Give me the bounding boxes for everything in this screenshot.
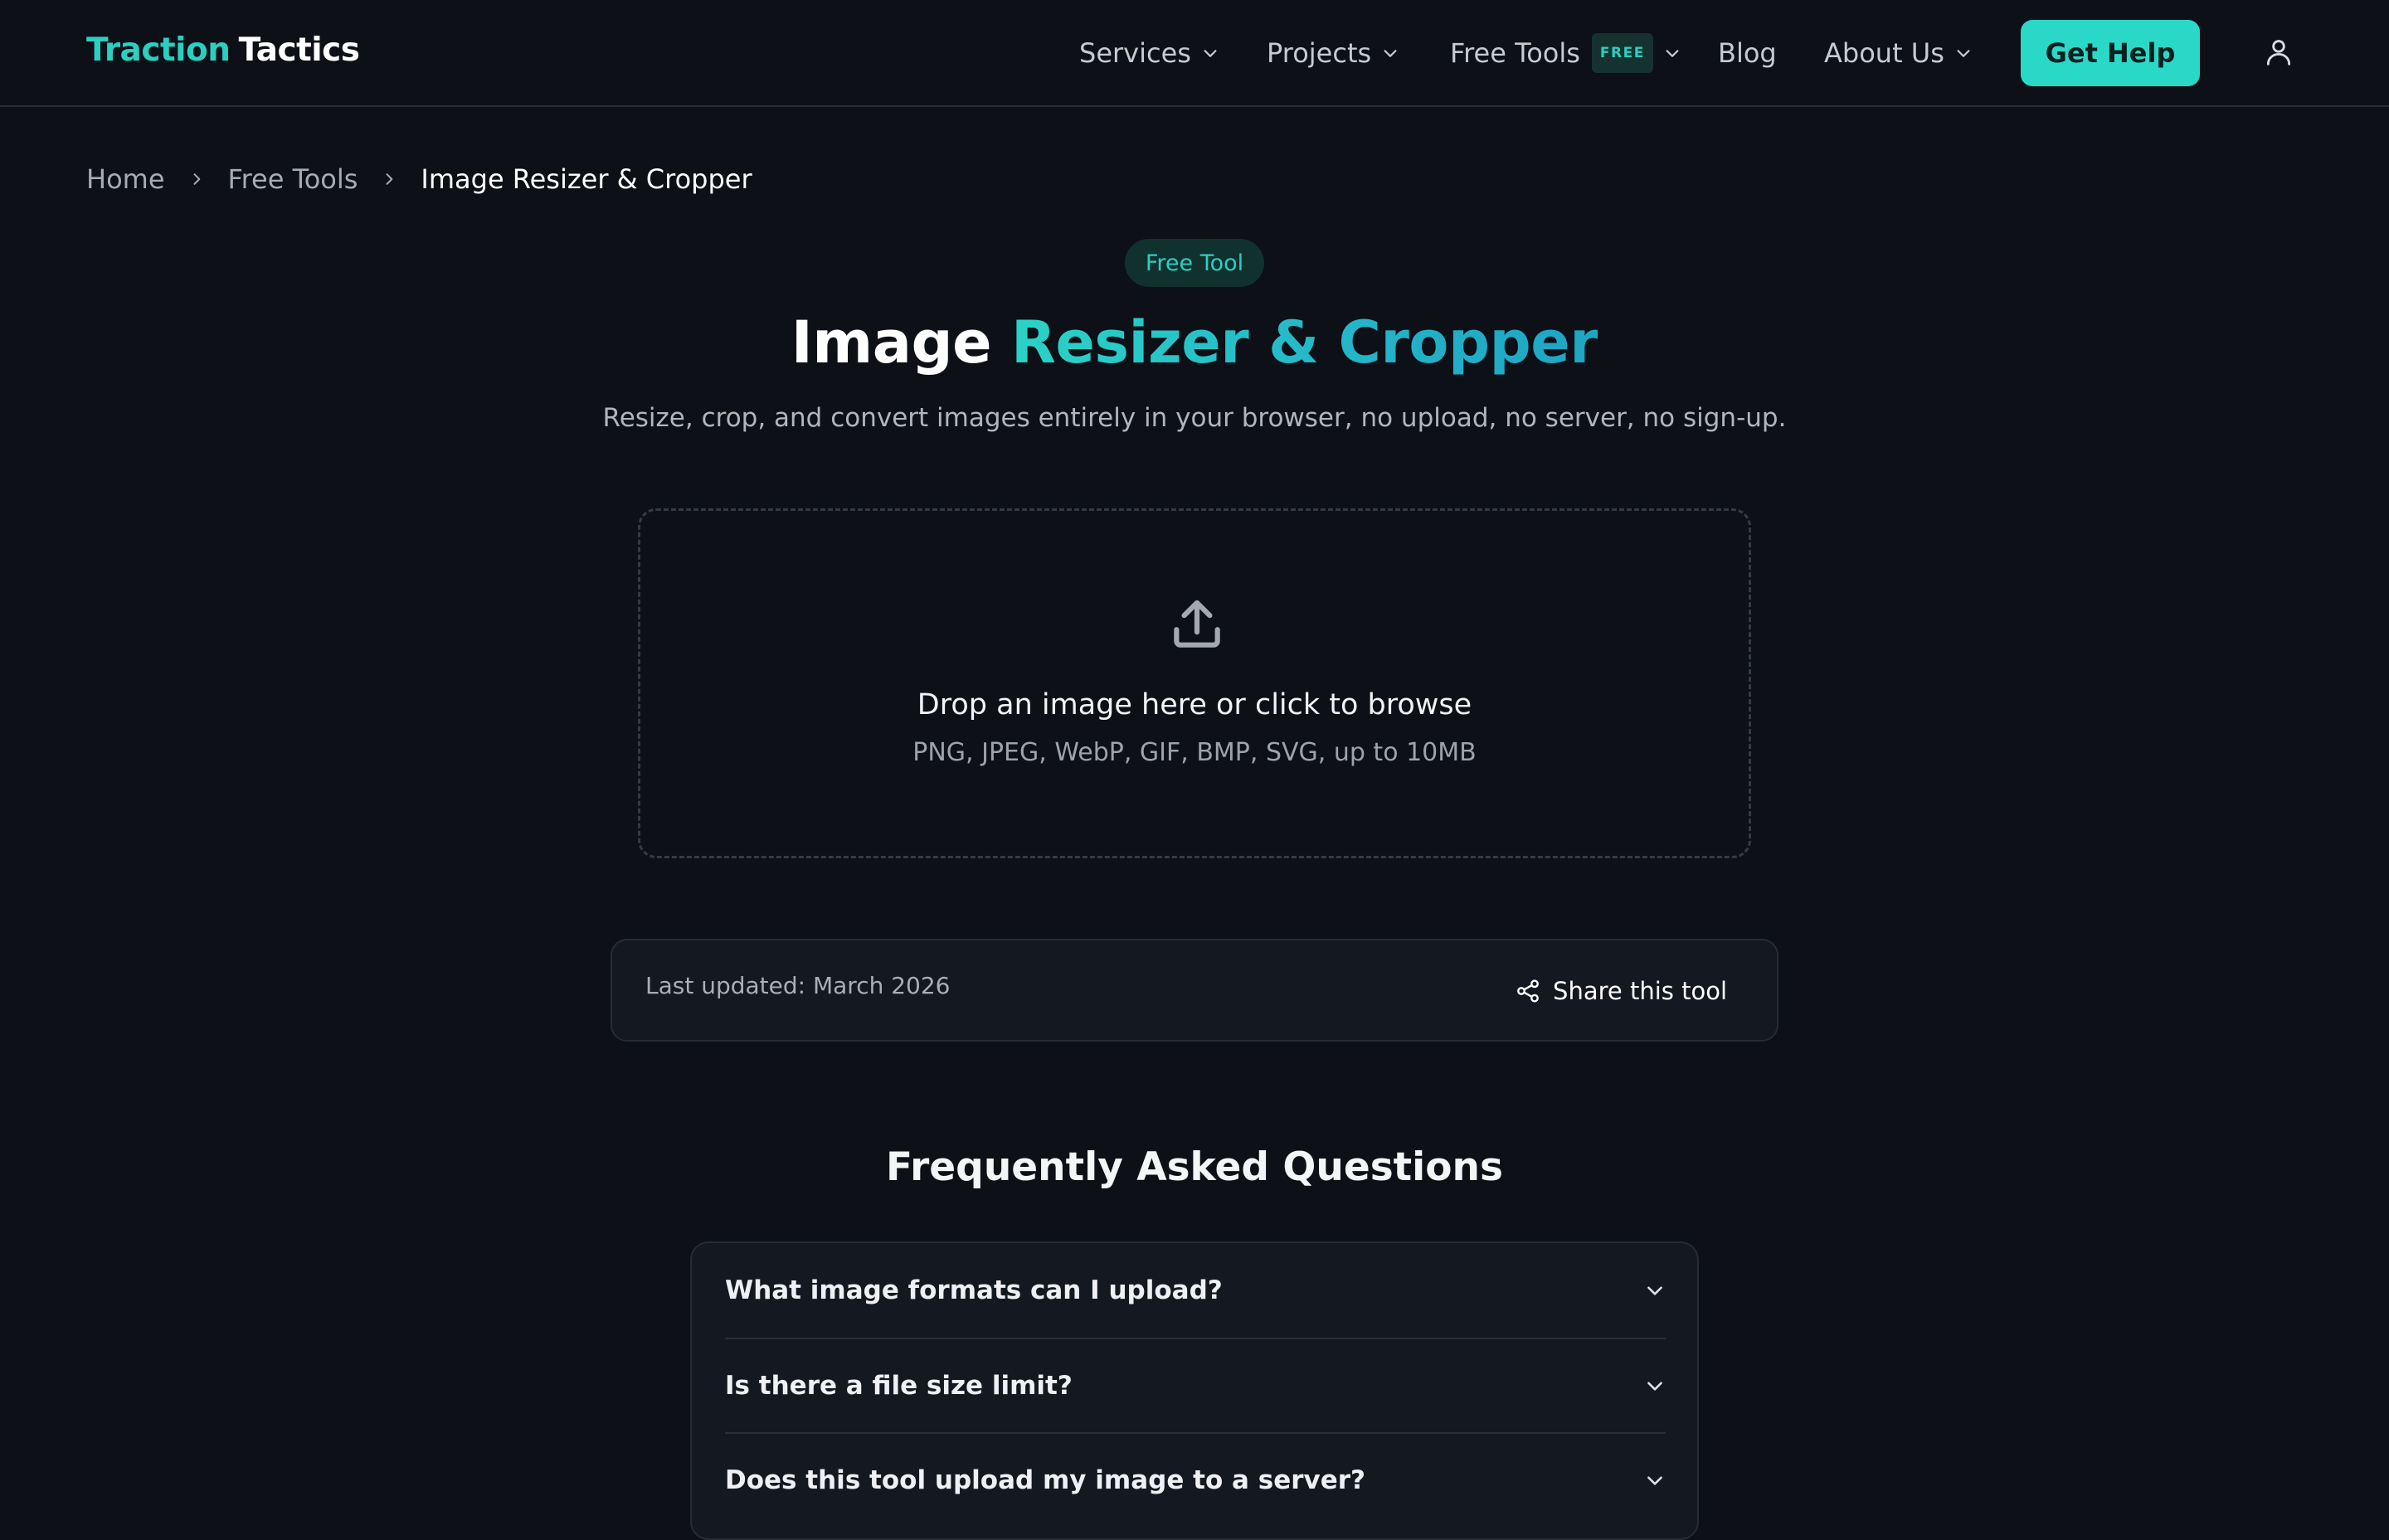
chevron-down-icon xyxy=(1204,50,1217,57)
faq-question: Does this tool upload my image to a serv… xyxy=(725,1465,1366,1495)
faq-item[interactable]: Is there a file size limit? xyxy=(725,1338,1666,1432)
chevron-down-icon xyxy=(1647,1476,1662,1485)
page-subtitle: Resize, crop, and convert images entirel… xyxy=(602,403,1787,433)
chevron-down-icon xyxy=(1666,50,1679,57)
nav-item-free-tools[interactable]: Free Tools FREE xyxy=(1450,33,1681,73)
nav-item-label: Free Tools xyxy=(1450,37,1580,69)
chevron-down-icon xyxy=(1957,50,1970,57)
chevron-down-icon xyxy=(1384,50,1397,57)
nav-item-label: About Us xyxy=(1824,37,1944,69)
dropzone-formats: PNG, JPEG, WebP, GIF, BMP, SVG, up to 10… xyxy=(912,738,1477,767)
upload-icon xyxy=(1174,600,1220,648)
dropzone-title: Drop an image here or click to browse xyxy=(917,688,1472,721)
share-tool-button[interactable]: Share this tool xyxy=(1515,970,1727,1012)
page-title-accent: Resizer & Cropper xyxy=(1010,308,1598,376)
page-title: Image Resizer & Cropper xyxy=(0,308,2389,376)
nav-item-about-us[interactable]: About Us xyxy=(1824,33,1973,73)
breadcrumb-free-tools-link[interactable]: Free Tools xyxy=(228,163,358,195)
site-header: Traction Tactics Services Projects Free T… xyxy=(0,0,2389,107)
get-help-button[interactable]: Get Help xyxy=(2021,20,2200,86)
faq-accordion: What image formats can I upload? Is ther… xyxy=(690,1241,1699,1540)
breadcrumb-current: Image Resizer & Cropper xyxy=(421,163,752,195)
chevron-right-icon xyxy=(386,173,393,185)
chevron-right-icon xyxy=(193,173,200,185)
nav-item-services[interactable]: Services xyxy=(1079,33,1219,73)
chevron-down-icon xyxy=(1647,1286,1662,1295)
page-title-plain: Image xyxy=(791,308,992,376)
share-label: Share this tool xyxy=(1553,977,1727,1005)
chevron-down-icon xyxy=(1647,1382,1662,1391)
faq-question: Is there a file size limit? xyxy=(725,1371,1073,1401)
faq-item[interactable]: What image formats can I upload? xyxy=(725,1243,1666,1338)
nav-item-projects[interactable]: Projects xyxy=(1267,33,1399,73)
free-tool-pill: Free Tool xyxy=(1125,239,1264,287)
breadcrumb-home-link[interactable]: Home xyxy=(86,163,165,195)
faq-title: Frequently Asked Questions xyxy=(886,1144,1503,1190)
tool-meta-bar: Last updated: March 2026 Share this tool xyxy=(611,939,1778,1042)
nav-item-label: Projects xyxy=(1267,37,1372,69)
faq-question: What image formats can I upload? xyxy=(725,1275,1223,1305)
image-dropzone[interactable]: Drop an image here or click to browse PN… xyxy=(638,508,1751,858)
nav-item-blog[interactable]: Blog xyxy=(1718,33,1777,73)
last-updated-text: Last updated: March 2026 xyxy=(645,972,951,999)
free-badge: FREE xyxy=(1591,33,1653,73)
nav-item-label: Services xyxy=(1079,37,1191,69)
user-icon[interactable] xyxy=(2263,36,2294,68)
share-icon xyxy=(1517,979,1539,1003)
faq-item[interactable]: Does this tool upload my image to a serv… xyxy=(725,1432,1666,1527)
nav-item-label: Blog xyxy=(1718,37,1777,69)
breadcrumb: Home Free Tools Image Resizer & Cropper xyxy=(86,159,752,199)
